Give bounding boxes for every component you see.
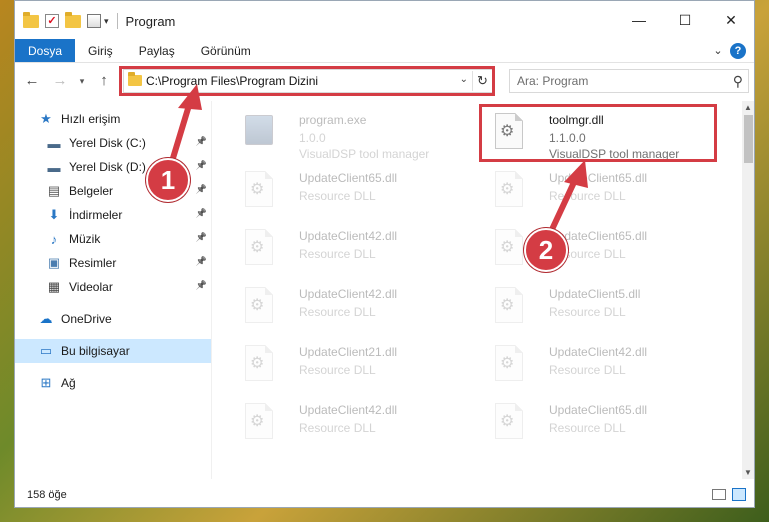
annotation-arrows — [167, 84, 588, 241]
step-1-badge: 1 — [146, 158, 190, 202]
step-2-badge: 2 — [524, 228, 568, 272]
